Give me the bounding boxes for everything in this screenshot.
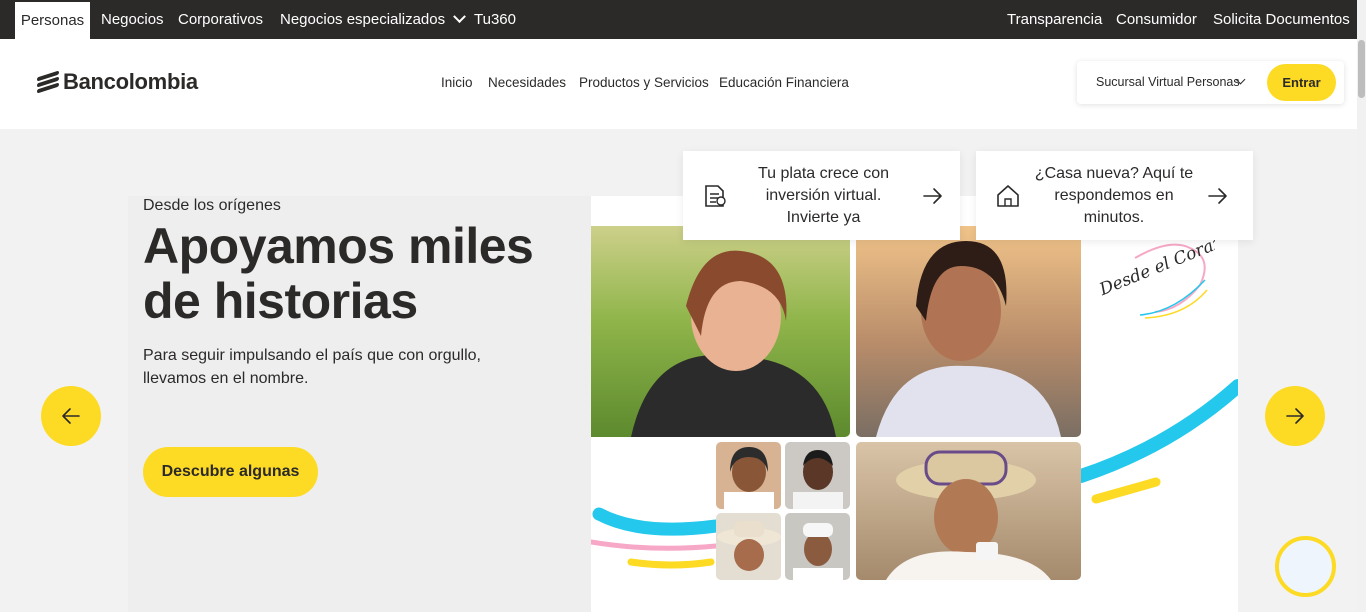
nav-inicio[interactable]: Inicio — [441, 75, 473, 90]
arrow-right-icon — [1208, 188, 1227, 204]
nav-necesidades[interactable]: Necesidades — [488, 75, 566, 90]
signature-logo: Desde el Corazón — [1095, 225, 1245, 320]
account-box: Sucursal Virtual Personas Entrar — [1077, 61, 1344, 104]
segment-tu360[interactable]: Tu360 — [474, 0, 516, 39]
segment-corporativos[interactable]: Corporativos — [178, 0, 263, 39]
scrollbar-thumb[interactable] — [1358, 40, 1365, 98]
segment-negocios-especializados[interactable]: Negocios especializados — [280, 0, 466, 39]
arrow-left-icon — [62, 408, 80, 424]
discover-button[interactable]: Descubre algunas — [143, 447, 318, 497]
hero-subtext: Para seguir impulsando el país que con o… — [143, 347, 481, 387]
segment-personas[interactable]: Personas — [15, 0, 90, 39]
link-label: Solicita Documentos — [1213, 11, 1350, 28]
document-chart-icon — [705, 185, 726, 207]
segment-negocios[interactable]: Negocios — [101, 0, 164, 39]
photo-young-man — [785, 442, 850, 509]
segment-label: Tu360 — [474, 11, 516, 28]
top-utility-bar: Personas Negocios Corporativos Negocios … — [0, 0, 1357, 39]
logo-text: Bancolombia — [63, 69, 198, 94]
carousel-prev-button[interactable] — [41, 386, 101, 446]
nav-productos-servicios[interactable]: Productos y Servicios — [579, 75, 709, 90]
arrow-right-icon — [923, 188, 942, 204]
promo-card-investment[interactable]: Tu plata crece con inversión virtual. In… — [683, 151, 960, 240]
link-transparencia[interactable]: Transparencia — [1007, 0, 1102, 39]
photo-woman-town — [856, 226, 1081, 437]
link-consumidor[interactable]: Consumidor — [1116, 0, 1197, 39]
carousel-next-button[interactable] — [1265, 386, 1325, 446]
photo-man-hat — [716, 513, 781, 580]
photo-woman-coffee — [856, 442, 1081, 580]
photo-elder-woman — [716, 442, 781, 509]
logo-mark-icon — [37, 70, 59, 94]
page-scrollbar[interactable] — [1357, 0, 1366, 612]
bancolombia-logo[interactable]: Bancolombia — [37, 69, 198, 95]
account-selector[interactable]: Sucursal Virtual Personas — [1096, 75, 1240, 89]
hero-eyebrow: Desde los orígenes — [143, 197, 281, 214]
link-label: Transparencia — [1007, 11, 1103, 28]
chevron-down-icon — [453, 10, 466, 24]
login-button[interactable]: Entrar — [1267, 64, 1336, 101]
promo-text: ¿Casa nueva? Aquí te respondemos en minu… — [1034, 165, 1194, 226]
segment-label: Negocios especializados — [280, 11, 446, 28]
photo-man-white-cap — [785, 513, 850, 580]
link-label: Consumidor — [1116, 11, 1197, 28]
house-icon — [997, 185, 1019, 207]
chat-assistant-button[interactable] — [1275, 536, 1336, 597]
photo-woman-field — [591, 226, 850, 437]
promo-card-home[interactable]: ¿Casa nueva? Aquí te respondemos en minu… — [976, 151, 1253, 240]
segment-label: Personas — [20, 12, 85, 29]
segment-label: Negocios — [101, 11, 164, 28]
hero-headline: Apoyamos miles de historias — [143, 218, 534, 329]
main-header: Bancolombia Inicio Necesidades Productos… — [0, 39, 1357, 129]
segment-label: Corporativos — [178, 11, 264, 28]
promo-text: Tu plata crece con inversión virtual. In… — [757, 165, 890, 226]
arrow-right-icon — [1286, 408, 1304, 424]
nav-educacion-financiera[interactable]: Educación Financiera — [719, 75, 849, 90]
link-solicita-documentos[interactable]: Solicita Documentos — [1213, 0, 1350, 39]
